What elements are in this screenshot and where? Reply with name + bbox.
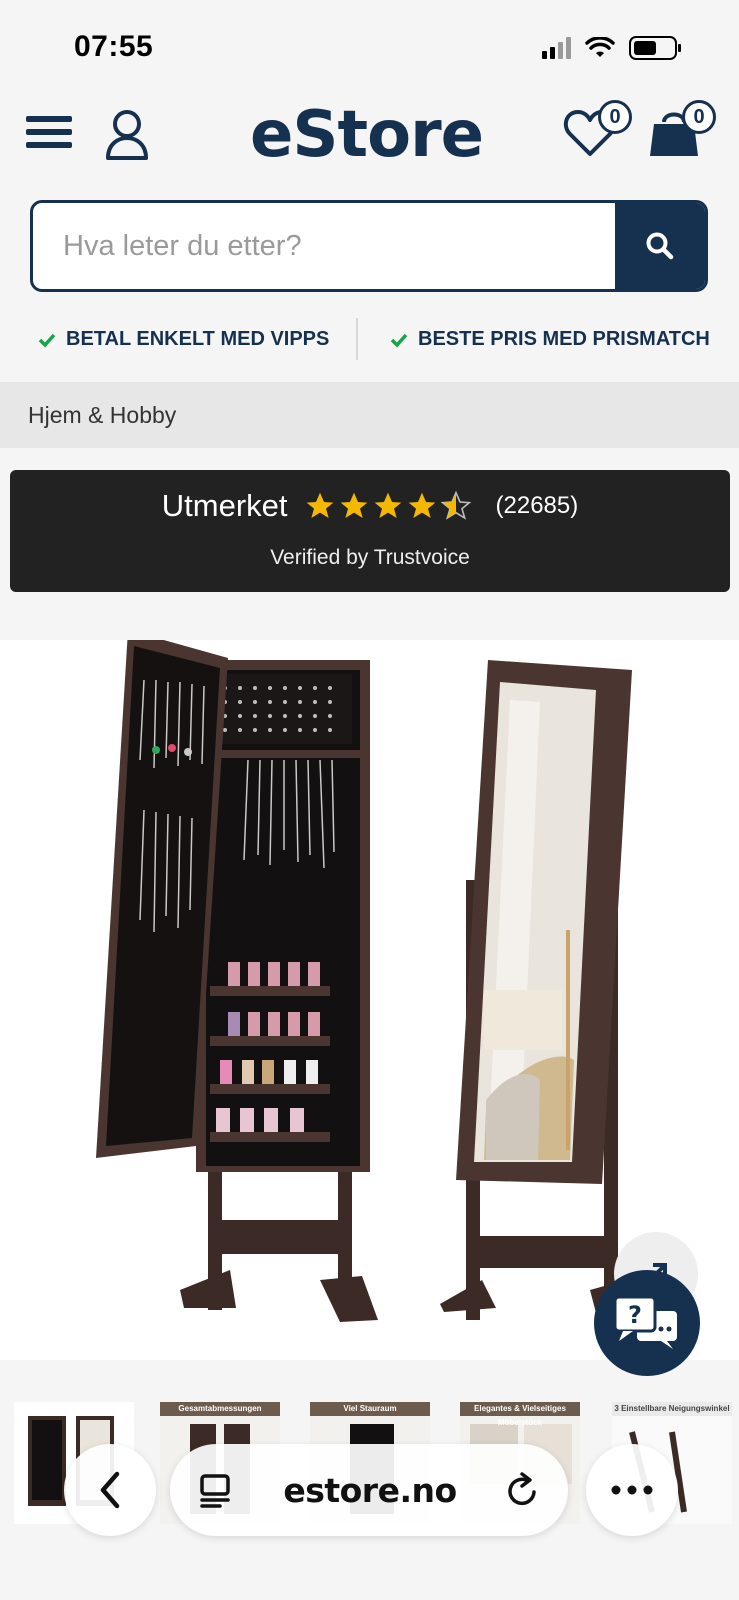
status-icons [542,36,681,60]
search-icon [646,232,674,260]
star-icon [374,492,401,518]
user-account-icon[interactable] [104,108,150,167]
reader-tabs-icon[interactable] [198,1472,234,1508]
half-star-icon [440,490,471,520]
search-button[interactable] [615,203,705,289]
thumbnail-3-caption: Viel Stauraum [310,1402,430,1416]
browser-back-button[interactable] [64,1444,156,1536]
site-logo[interactable]: eStore [250,98,484,172]
battery-icon [629,36,681,60]
review-count: (22685) [495,492,579,519]
trust-verified-text: Verified by Trustvoice [270,546,470,569]
usp-bar: BETAL ENKELT MED VIPPS BESTE PRIS MED PR… [0,312,739,368]
usp-prismatch: BESTE PRIS MED PRISMATCH [390,328,710,351]
status-time: 07:55 [74,30,154,63]
check-icon [390,333,408,348]
trust-label: Utmerket [161,488,288,523]
cart-count-badge: 0 [682,100,716,134]
usp-prismatch-label: BESTE PRIS MED PRISMATCH [418,328,710,350]
browser-more-button[interactable] [586,1444,678,1536]
star-icon [408,492,435,518]
menu-icon[interactable] [26,116,72,156]
breadcrumb: Hjem & Hobby [0,382,739,448]
site-header: eStore 0 0 [0,90,739,190]
browser-address-bar[interactable]: estore.no [170,1444,568,1536]
more-dots-icon [611,1485,653,1495]
usp-vipps: BETAL ENKELT MED VIPPS [38,328,329,351]
usp-vipps-label: BETAL ENKELT MED VIPPS [66,328,330,350]
wishlist-count-badge: 0 [598,100,632,134]
status-bar: 07:55 [0,0,739,90]
breadcrumb-link[interactable]: Hjem & Hobby [28,402,176,429]
thumbnail-5-caption: 3 Einstellbare Neigungswinkel [612,1402,732,1416]
trustvoice-widget[interactable]: Utmerket (22685) Verified by Trustvoice [10,470,730,592]
usp-divider [356,318,358,360]
wishlist-button[interactable]: 0 [562,100,632,163]
search-input[interactable] [33,203,619,289]
thumbnail-2-caption: Gesamtabmessungen [160,1402,280,1416]
search-bar [30,200,708,292]
cellular-signal-icon [542,37,571,59]
reload-icon[interactable] [506,1472,540,1508]
chevron-left-icon [100,1471,120,1509]
chat-button[interactable]: ? [594,1270,700,1376]
cart-button[interactable]: 0 [648,100,716,165]
browser-url[interactable]: estore.no [283,1471,457,1510]
thumbnail-4-caption: Elegantes & Vielseitiges Möbelstück [460,1402,580,1427]
star-icon [340,492,367,518]
check-icon [38,333,56,348]
star-icon [306,492,333,518]
rating-stars [304,490,472,522]
svg-text:?: ? [628,1301,642,1329]
chat-help-icon: ? [613,1295,677,1349]
wifi-icon [585,37,615,57]
